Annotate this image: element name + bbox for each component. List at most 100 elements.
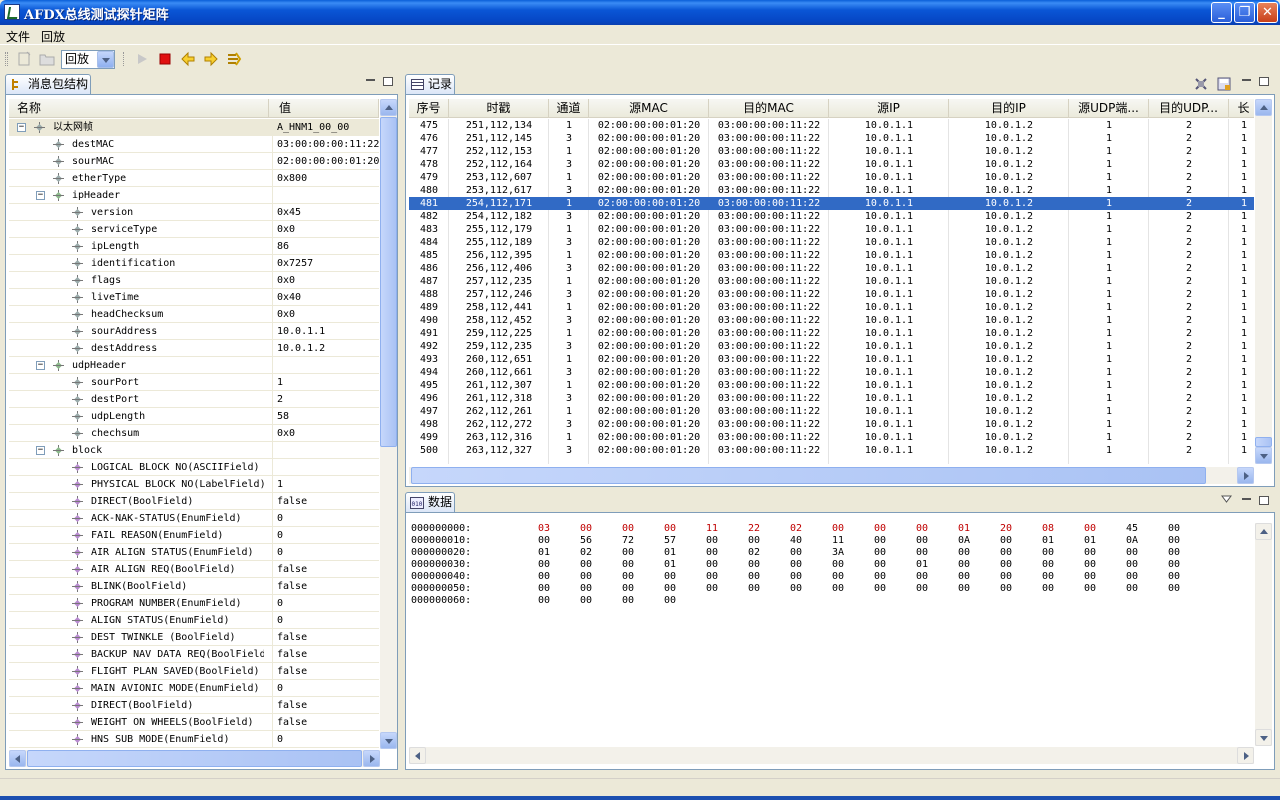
record-row[interactable]: 500 263,112,327 3 02:00:00:00:01:20 03:00:00… xyxy=(409,444,1254,457)
record-row[interactable]: 496 261,112,318 3 02:00:00:00:01:20 03:00:00… xyxy=(409,392,1254,405)
tree-row[interactable]: headChecksum 0x0 xyxy=(9,306,379,323)
tree-row[interactable]: PROGRAM NUMBER(EnumField) 0 xyxy=(9,595,379,612)
records-column-header[interactable]: 时戳 xyxy=(449,99,549,117)
record-row[interactable]: 481 254,112,171 1 02:00:00:00:01:20 03:00:00… xyxy=(409,197,1254,210)
record-row[interactable]: 476 251,112,145 3 02:00:00:00:01:20 03:00:00… xyxy=(409,132,1254,145)
close-button[interactable]: ✕ xyxy=(1257,2,1278,23)
tree-row[interactable]: BACKUP NAV DATA REQ(BoolField) false xyxy=(9,646,379,663)
tree-row[interactable]: destPort 2 xyxy=(9,391,379,408)
record-row[interactable]: 490 258,112,452 3 02:00:00:00:01:20 03:00:00… xyxy=(409,314,1254,327)
chevron-down-icon[interactable] xyxy=(97,51,114,68)
tree-row[interactable]: version 0x45 xyxy=(9,204,379,221)
record-row[interactable]: 487 257,112,235 1 02:00:00:00:01:20 03:00:00… xyxy=(409,275,1254,288)
record-row[interactable]: 489 258,112,441 1 02:00:00:00:01:20 03:00:00… xyxy=(409,301,1254,314)
scroll-up-icon[interactable] xyxy=(380,99,397,116)
records-column-header[interactable]: 通道 xyxy=(549,99,589,117)
menu-playback[interactable]: 回放 xyxy=(41,28,65,45)
tree-row[interactable]: AIR ALIGN STATUS(EnumField) 0 xyxy=(9,544,379,561)
tree-row[interactable]: MAIN AVIONIC MODE(EnumField) 0 xyxy=(9,680,379,697)
tree-row[interactable]: serviceType 0x0 xyxy=(9,221,379,238)
tree-row[interactable]: sourPort 1 xyxy=(9,374,379,391)
records-column-header[interactable]: 源MAC xyxy=(589,99,709,117)
collapse-toggle-icon[interactable]: − xyxy=(36,446,45,455)
records-column-header[interactable]: 序号 xyxy=(409,99,449,117)
record-row[interactable]: 491 259,112,225 1 02:00:00:00:01:20 03:00:00… xyxy=(409,327,1254,340)
tree-row[interactable]: AIR ALIGN REQ(BoolField) false xyxy=(9,561,379,578)
scroll-thumb[interactable] xyxy=(380,117,397,447)
tree-row[interactable]: destMAC 03:00:00:00:11:22 xyxy=(9,136,379,153)
record-row[interactable]: 495 261,112,307 1 02:00:00:00:01:20 03:00:00… xyxy=(409,379,1254,392)
record-row[interactable]: 483 255,112,179 1 02:00:00:00:01:20 03:00:00… xyxy=(409,223,1254,236)
tree-row[interactable]: BLINK(BoolField) false xyxy=(9,578,379,595)
scroll-up-icon[interactable] xyxy=(1255,523,1272,540)
maximize-view-icon[interactable] xyxy=(383,77,393,86)
tree-row[interactable]: DEST TWINKLE (BoolField) false xyxy=(9,629,379,646)
view-menu-icon[interactable] xyxy=(1221,495,1232,503)
record-row[interactable]: 493 260,112,651 1 02:00:00:00:01:20 03:00:00… xyxy=(409,353,1254,366)
save-icon[interactable] xyxy=(1216,76,1232,92)
records-column-header[interactable]: 源UDP端... xyxy=(1069,99,1149,117)
minimize-view-icon[interactable] xyxy=(1242,498,1251,501)
tree-row[interactable]: HNS SUB MODE(EnumField) 0 xyxy=(9,731,379,748)
title-bar[interactable] xyxy=(0,0,1280,25)
arrow-right-icon[interactable] xyxy=(203,51,219,67)
play-icon[interactable] xyxy=(134,51,150,67)
records-column-header[interactable]: 目的IP xyxy=(949,99,1069,117)
scroll-right-icon[interactable] xyxy=(1237,747,1254,764)
tree-row[interactable]: sourAddress 10.0.1.1 xyxy=(9,323,379,340)
record-row[interactable]: 486 256,112,406 3 02:00:00:00:01:20 03:00:00… xyxy=(409,262,1254,275)
maximize-button[interactable]: ❐ xyxy=(1234,2,1255,23)
record-row[interactable]: 482 254,112,182 3 02:00:00:00:01:20 03:00:00… xyxy=(409,210,1254,223)
structure-vscrollbar[interactable] xyxy=(380,99,397,749)
record-row[interactable]: 488 257,112,246 3 02:00:00:00:01:20 03:00:00… xyxy=(409,288,1254,301)
tree-row[interactable]: ALIGN STATUS(EnumField) 0 xyxy=(9,612,379,629)
column-name-header[interactable]: 名称 xyxy=(9,99,269,117)
scroll-down-icon[interactable] xyxy=(1255,729,1272,746)
record-row[interactable]: 498 262,112,272 3 02:00:00:00:01:20 03:00:00… xyxy=(409,418,1254,431)
tree-row[interactable]: ACK-NAK-STATUS(EnumField) 0 xyxy=(9,510,379,527)
collapse-toggle-icon[interactable]: − xyxy=(36,361,45,370)
data-vscrollbar[interactable] xyxy=(1255,523,1272,746)
minimize-button[interactable]: _ xyxy=(1211,2,1232,23)
tree-row[interactable]: flags 0x0 xyxy=(9,272,379,289)
records-column-header[interactable]: 源IP xyxy=(829,99,949,117)
arrow-left-icon[interactable] xyxy=(180,51,196,67)
tab-message-structure[interactable]: 消息包结构 xyxy=(5,74,91,94)
record-row[interactable]: 479 253,112,607 1 02:00:00:00:01:20 03:00:00… xyxy=(409,171,1254,184)
hscroll-thumb[interactable] xyxy=(411,467,1206,484)
clear-icon[interactable] xyxy=(1193,76,1209,92)
record-row[interactable]: 484 255,112,189 3 02:00:00:00:01:20 03:00:00… xyxy=(409,236,1254,249)
scroll-left-icon[interactable] xyxy=(409,747,426,764)
record-row[interactable]: 497 262,112,261 1 02:00:00:00:01:20 03:00:00… xyxy=(409,405,1254,418)
tree-row[interactable]: − udpHeader xyxy=(9,357,379,374)
toolbar-grip[interactable] xyxy=(5,52,8,66)
tree-row[interactable]: chechsum 0x0 xyxy=(9,425,379,442)
tree-row[interactable]: − block xyxy=(9,442,379,459)
records-column-header[interactable]: 目的MAC xyxy=(709,99,829,117)
maximize-view-icon[interactable] xyxy=(1259,496,1269,505)
record-row[interactable]: 499 263,112,316 1 02:00:00:00:01:20 03:00:00… xyxy=(409,431,1254,444)
scroll-thumb[interactable] xyxy=(1255,437,1272,447)
record-row[interactable]: 478 252,112,164 3 02:00:00:00:01:20 03:00:00… xyxy=(409,158,1254,171)
scroll-left-icon[interactable] xyxy=(9,750,26,767)
tree-row[interactable]: − ipHeader xyxy=(9,187,379,204)
tree-row[interactable]: destAddress 10.0.1.2 xyxy=(9,340,379,357)
collapse-toggle-icon[interactable]: − xyxy=(17,123,26,132)
tree-row[interactable]: PHYSICAL BLOCK NO(LabelField) 1 xyxy=(9,476,379,493)
tree-row[interactable]: ipLength 86 xyxy=(9,238,379,255)
tree-row[interactable]: WEIGHT ON WHEELS(BoolField) false xyxy=(9,714,379,731)
tree-row[interactable]: etherType 0x800 xyxy=(9,170,379,187)
tab-data[interactable]: 010 数据 xyxy=(405,492,455,512)
tree-row[interactable]: LOGICAL BLOCK NO(ASCIIField) xyxy=(9,459,379,476)
tree-row[interactable]: DIRECT(BoolField) false xyxy=(9,697,379,714)
record-row[interactable]: 485 256,112,395 1 02:00:00:00:01:20 03:00:00… xyxy=(409,249,1254,262)
data-hscrollbar[interactable] xyxy=(409,747,1254,764)
minimize-view-icon[interactable] xyxy=(1242,79,1251,82)
record-row[interactable]: 480 253,112,617 3 02:00:00:00:01:20 03:00:00… xyxy=(409,184,1254,197)
stop-icon[interactable] xyxy=(157,51,173,67)
tree-row[interactable]: udpLength 58 xyxy=(9,408,379,425)
records-column-header[interactable]: 长 xyxy=(1229,99,1254,117)
step-forward-icon[interactable] xyxy=(226,51,242,67)
tree-row[interactable]: identification 0x7257 xyxy=(9,255,379,272)
scroll-up-icon[interactable] xyxy=(1255,99,1272,116)
